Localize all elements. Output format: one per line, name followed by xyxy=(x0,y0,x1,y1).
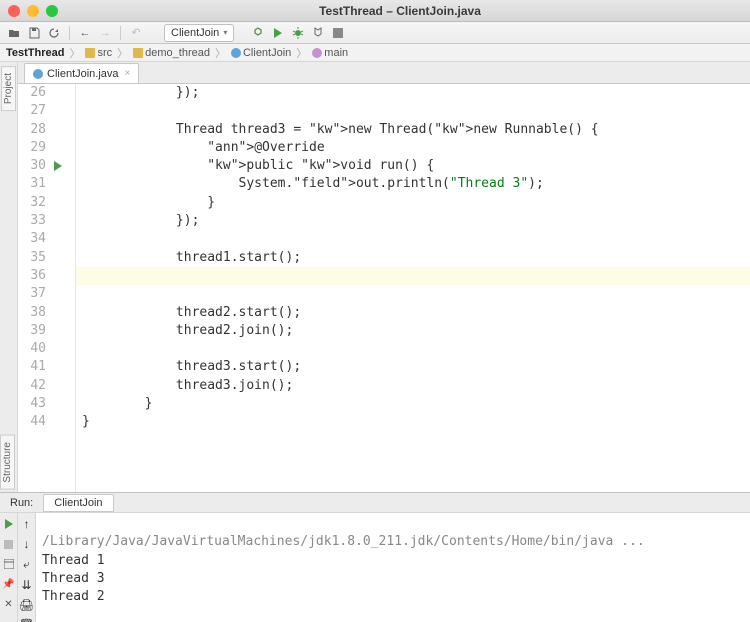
run-tab[interactable]: ClientJoin xyxy=(43,494,113,512)
console-line: Thread 3 xyxy=(42,571,105,586)
left-toolwindow-strip: Project xyxy=(0,62,18,492)
window-title: TestThread – ClientJoin.java xyxy=(58,4,742,18)
editor-column: ClientJoin.java × 26 27 28 29 30 31 32 3… xyxy=(18,62,750,492)
close-window-icon[interactable] xyxy=(8,5,20,17)
chevron-right-icon: 〉 xyxy=(69,45,80,61)
chevron-right-icon: 〉 xyxy=(117,45,128,61)
editor-tabs: ClientJoin.java × xyxy=(18,62,750,84)
forward-icon[interactable]: → xyxy=(97,25,113,41)
rerun-icon[interactable] xyxy=(2,517,16,531)
structure-toolwindow-button[interactable]: Structure xyxy=(0,435,15,490)
console-command: /Library/Java/JavaVirtualMachines/jdk1.8… xyxy=(42,534,645,549)
folder-icon xyxy=(85,48,95,58)
breadcrumb-class[interactable]: ClientJoin xyxy=(231,47,291,59)
code-content[interactable]: }); Thread thread3 = "kw">new Thread("kw… xyxy=(76,84,750,492)
breadcrumb-project[interactable]: TestThread xyxy=(6,47,64,59)
main-toolbar: ← → ↶ ClientJoin xyxy=(0,22,750,44)
coverage-icon[interactable] xyxy=(310,25,326,41)
open-icon[interactable] xyxy=(6,25,22,41)
run-left-toolbar: 📌 ✕ xyxy=(0,513,18,622)
down-icon[interactable]: ↓ xyxy=(24,537,30,551)
line-number-gutter: 26 27 28 29 30 31 32 33 34 35 36 37 38 3… xyxy=(18,84,50,492)
refresh-icon[interactable] xyxy=(46,25,62,41)
breadcrumb-pkg[interactable]: demo_thread xyxy=(133,47,210,59)
maximize-window-icon[interactable] xyxy=(46,5,58,17)
titlebar: TestThread – ClientJoin.java xyxy=(0,0,750,22)
class-icon xyxy=(33,69,43,79)
save-icon[interactable] xyxy=(26,25,42,41)
run-toolwindow-header: Run: ClientJoin xyxy=(0,493,750,513)
layout-icon[interactable] xyxy=(2,557,16,571)
stop-icon[interactable] xyxy=(330,25,346,41)
console-output[interactable]: /Library/Java/JavaVirtualMachines/jdk1.8… xyxy=(36,513,750,622)
close-icon[interactable]: ✕ xyxy=(2,597,16,611)
up-icon[interactable]: ↑ xyxy=(24,517,30,531)
debug-icon[interactable] xyxy=(290,25,306,41)
print-icon[interactable]: 🖨 xyxy=(19,598,34,612)
close-icon[interactable]: × xyxy=(125,68,131,79)
console-line: Thread 2 xyxy=(42,589,105,604)
toolbar-separator xyxy=(69,26,70,40)
run-marker-icon[interactable] xyxy=(54,161,66,171)
build-icon[interactable] xyxy=(250,25,266,41)
pin-icon[interactable]: 📌 xyxy=(2,577,16,591)
chevron-right-icon: 〉 xyxy=(215,45,226,61)
breadcrumb: TestThread 〉 src 〉 demo_thread 〉 ClientJ… xyxy=(0,44,750,62)
window-controls xyxy=(8,5,58,17)
run-label: Run: xyxy=(0,497,43,509)
project-toolwindow-button[interactable]: Project xyxy=(1,66,16,111)
method-icon xyxy=(312,48,322,58)
toolbar-separator xyxy=(120,26,121,40)
folder-icon xyxy=(133,48,143,58)
breadcrumb-src[interactable]: src xyxy=(85,47,112,59)
run-body: 📌 ✕ ↑ ↓ ⤶ ⇊ 🖨 🗑 /Library/Java/JavaVirtua… xyxy=(0,513,750,622)
chevron-right-icon: 〉 xyxy=(296,45,307,61)
structure-toolwindow-button-holder: Structure xyxy=(0,435,18,490)
run-icon[interactable] xyxy=(270,25,286,41)
run-left-toolbar-2: ↑ ↓ ⤶ ⇊ 🖨 🗑 xyxy=(18,513,36,622)
marker-gutter[interactable] xyxy=(50,84,76,492)
scroll-icon[interactable]: ⇊ xyxy=(21,578,31,592)
breadcrumb-method[interactable]: main xyxy=(312,47,348,59)
wrap-icon[interactable]: ⤶ xyxy=(23,557,30,572)
run-toolwindow: Run: ClientJoin 📌 ✕ ↑ ↓ ⤶ ⇊ 🖨 🗑 /Library… xyxy=(0,492,750,622)
current-line-highlight xyxy=(76,267,750,285)
run-config-label: ClientJoin xyxy=(171,27,219,39)
trash-icon[interactable]: 🗑 xyxy=(19,618,34,622)
run-config-selector[interactable]: ClientJoin xyxy=(164,24,234,42)
editor-tab-label: ClientJoin.java xyxy=(47,68,119,80)
back-icon[interactable]: ← xyxy=(77,25,93,41)
editor-tab[interactable]: ClientJoin.java × xyxy=(24,63,139,83)
code-editor[interactable]: 26 27 28 29 30 31 32 33 34 35 36 37 38 3… xyxy=(18,84,750,492)
class-icon xyxy=(231,48,241,58)
console-line: Thread 1 xyxy=(42,553,105,568)
stop-icon[interactable] xyxy=(2,537,16,551)
undo-icon[interactable]: ↶ xyxy=(128,25,144,41)
minimize-window-icon[interactable] xyxy=(27,5,39,17)
main-area: Project ClientJoin.java × 26 27 28 29 30… xyxy=(0,62,750,492)
